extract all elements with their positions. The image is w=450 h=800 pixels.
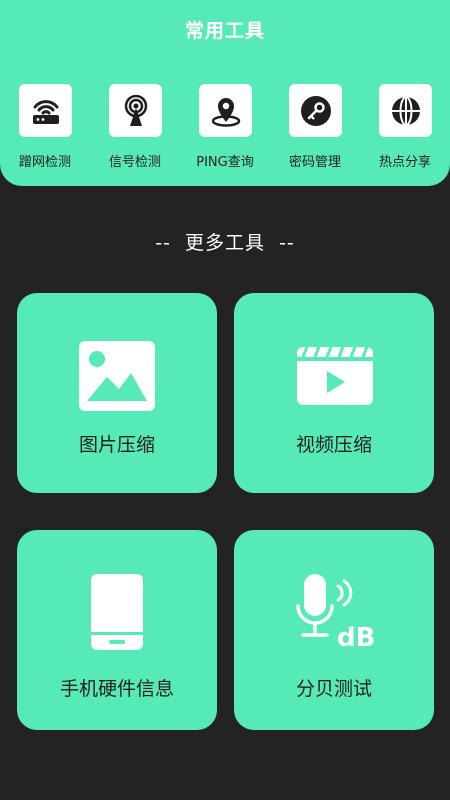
quick-tool-label: 热点分享	[378, 155, 431, 170]
quick-tool-wifi-check[interactable]: 蹭网检测	[0, 84, 90, 174]
card-video-compress[interactable]: 视频压缩	[234, 293, 434, 493]
card-label: 分贝测试	[295, 678, 372, 700]
video-icon	[295, 343, 375, 423]
quick-tool-password-manager[interactable]: 密码管理	[270, 84, 360, 174]
page-title: 常用工具	[184, 20, 265, 42]
image-icon	[77, 337, 157, 417]
key-icon	[289, 84, 342, 137]
quick-tool-label: 蹭网检测	[18, 155, 71, 170]
card-decibel-test[interactable]: dB 分贝测试	[234, 530, 434, 730]
common-tools-header: 常用工具 蹭网检测 信号检测 PING查询 密码管理 热点分享	[0, 0, 450, 186]
quick-tool-label: 信号检测	[108, 155, 161, 170]
quick-tool-signal-check[interactable]: 信号检测	[90, 84, 180, 174]
signal-tower-icon	[109, 84, 162, 137]
svg-text:dB: dB	[337, 623, 375, 652]
globe-icon	[379, 84, 432, 137]
card-label: 视频压缩	[295, 434, 372, 456]
more-tools-title: -- 更多工具 --	[155, 232, 295, 254]
quick-tool-ping-query[interactable]: PING查询	[180, 84, 270, 174]
card-label: 手机硬件信息	[59, 678, 174, 700]
location-pin-icon	[199, 84, 252, 137]
card-phone-hardware-info[interactable]: 手机硬件信息	[17, 530, 217, 730]
quick-tool-label: PING查询	[196, 155, 254, 170]
card-label: 图片压缩	[78, 434, 155, 456]
phone-icon	[89, 572, 145, 652]
microphone-db-icon: dB	[294, 572, 376, 653]
router-icon	[19, 84, 72, 137]
quick-tool-hotspot-share[interactable]: 热点分享	[360, 84, 450, 174]
card-image-compress[interactable]: 图片压缩	[17, 293, 217, 493]
quick-tool-label: 密码管理	[288, 155, 341, 170]
